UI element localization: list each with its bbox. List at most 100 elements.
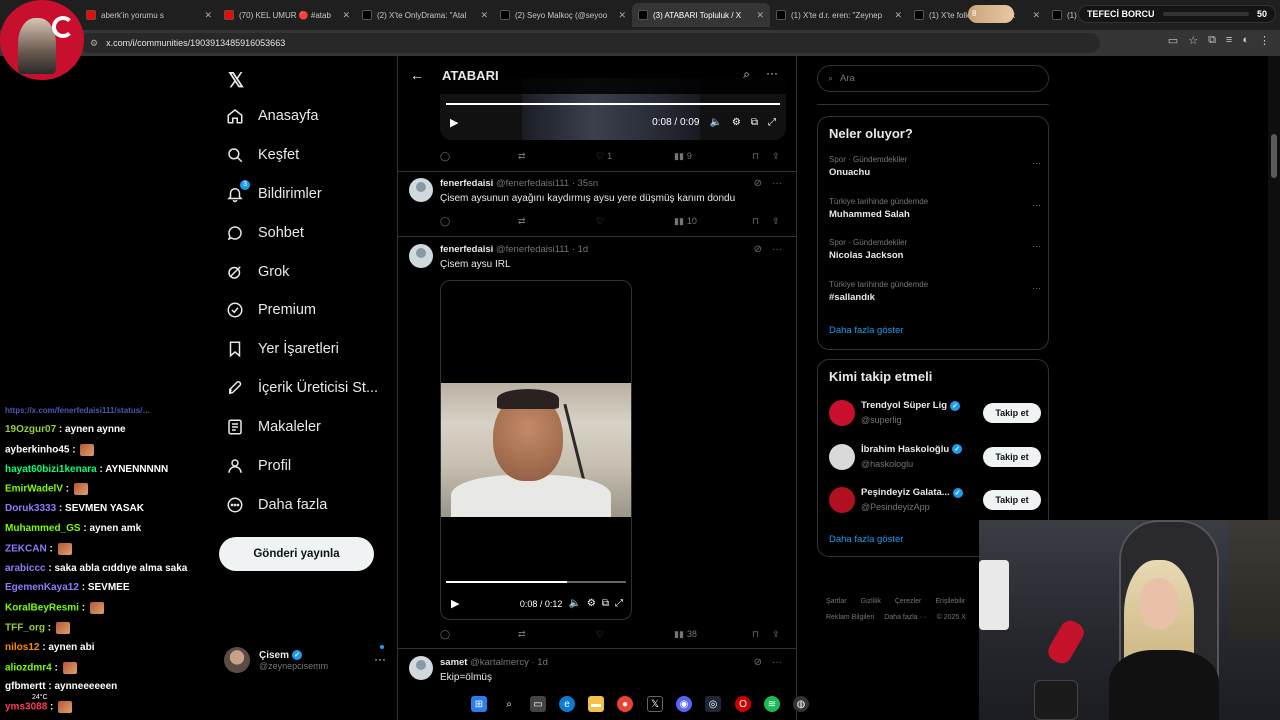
video-player[interactable]: ▶ 0:08 / 0:12 🔈 ⚙ ⧉ ⤢	[440, 280, 632, 620]
footer-link[interactable]: Şartlar	[826, 598, 847, 605]
post-author-name[interactable]: fenerfedaisi	[440, 178, 493, 189]
nav-item-home[interactable]: Anasayfa	[226, 101, 318, 131]
views-button[interactable]: ▮▮ 10	[674, 216, 697, 227]
x-app-icon[interactable]: 𝕏	[647, 696, 663, 712]
grok-icon[interactable]: ⊘	[754, 657, 762, 668]
follow-button[interactable]: Takip et	[983, 490, 1041, 510]
like-button[interactable]: ♡ 1	[596, 151, 612, 162]
browser-tab[interactable]: (70) KEL UMUR 🔴 #atab ✕	[218, 3, 356, 27]
avatar[interactable]	[829, 443, 855, 470]
spotify-icon[interactable]: ≋	[764, 696, 780, 712]
trend-item[interactable]: Türkiye tarihinde gündemde Muhammed Salah…	[829, 197, 1041, 220]
footer-link[interactable]: Daha fazla ···	[884, 614, 926, 621]
repost-icon[interactable]: ⇄	[518, 216, 526, 227]
settings-icon[interactable]: ⚙	[732, 117, 741, 128]
tab-close-icon[interactable]: ✕	[1032, 10, 1040, 21]
search-icon[interactable]: ⌕	[501, 696, 517, 712]
more-options-icon[interactable]: ···	[772, 178, 782, 189]
trend-item[interactable]: Türkiye tarihinde gündemde #sallandık ···	[829, 280, 1041, 303]
avatar[interactable]	[829, 400, 855, 426]
opera-icon[interactable]: O	[735, 696, 751, 712]
browser-tab[interactable]: (3) ATABARI Topluluk / X ✕	[632, 3, 770, 27]
reply-icon[interactable]: ◯	[440, 216, 450, 227]
nav-item-premium[interactable]: Premium	[226, 295, 316, 325]
x-logo-icon[interactable]: 𝕏	[228, 68, 244, 93]
nav-item-chat[interactable]: Sohbet	[226, 218, 304, 248]
show-more-link[interactable]: Daha fazla göster	[829, 534, 903, 545]
video-progress-bar[interactable]	[446, 581, 626, 583]
bookmark-icon[interactable]: ⊓	[752, 151, 759, 162]
grok-icon[interactable]: ⊘	[754, 178, 762, 189]
more-options-icon[interactable]: ···	[374, 652, 386, 666]
nav-item-profile[interactable]: Profil	[226, 451, 291, 481]
nav-item-bookmark[interactable]: Yer İşaretleri	[226, 334, 339, 364]
post-avatar[interactable]	[409, 656, 433, 680]
volume-icon[interactable]: 🔈	[568, 598, 580, 609]
tab-close-icon[interactable]: ✕	[618, 10, 626, 21]
follow-button[interactable]: Takip et	[983, 403, 1041, 423]
play-icon[interactable]: ▶	[451, 597, 459, 610]
reading-list-icon[interactable]: ≡	[1226, 34, 1232, 47]
file-explorer-icon[interactable]: ▬	[588, 696, 604, 712]
views-button[interactable]: ▮▮ 38	[674, 629, 697, 640]
chrome-icon[interactable]: ●	[617, 696, 633, 712]
back-arrow-icon[interactable]: ←	[410, 67, 424, 83]
tab-close-icon[interactable]: ✕	[480, 10, 488, 21]
more-options-icon[interactable]: ···	[1032, 283, 1041, 293]
scrollbar-thumb[interactable]	[1271, 134, 1277, 178]
more-options-icon[interactable]: ···	[1032, 200, 1041, 210]
more-options-icon[interactable]: ···	[1032, 158, 1041, 168]
follow-suggestion[interactable]: Trendyol Süper Lig ✓ @superlig Takip et	[829, 398, 1041, 430]
footer-link[interactable]: Çerezler	[895, 598, 921, 605]
browser-tab[interactable]: (1) X'te d.r. eren: "Zeynep ✕	[770, 3, 908, 27]
post-author-name[interactable]: fenerfedaisi	[440, 244, 493, 255]
reply-icon[interactable]: ◯	[440, 151, 450, 162]
browser-tab[interactable]: aberk'in yorumu s ✕	[80, 3, 218, 27]
search-field[interactable]: ⌕ Ara	[817, 65, 1049, 92]
pip-icon[interactable]: ⧉	[602, 598, 609, 609]
views-button[interactable]: ▮▮ 9	[674, 151, 692, 162]
nav-item-bell[interactable]: 3 Bildirimler	[226, 179, 322, 209]
tab-close-icon[interactable]: ✕	[204, 10, 212, 21]
obs-icon[interactable]: ◍	[793, 696, 809, 712]
follow-suggestion[interactable]: Peşindeyiz Galata... ✓ @PesindeyizApp Takip…	[829, 485, 1041, 517]
post-avatar[interactable]	[409, 178, 433, 202]
settings-icon[interactable]: ⚙	[587, 598, 596, 609]
nav-item-more-circle[interactable]: Daha fazla	[226, 490, 327, 520]
post-time[interactable]: · 35sn	[572, 178, 598, 189]
show-more-link[interactable]: Daha fazla göster	[829, 325, 903, 336]
post-time[interactable]: · 1d	[532, 657, 548, 668]
nav-item-rocket[interactable]: İçerik Üreticisi St...	[226, 373, 378, 403]
post[interactable]: fenerfedaisi @fenerfedaisi111 · 35sn ⊘ ·…	[398, 172, 796, 236]
footer-link[interactable]: Gizlilik	[861, 598, 881, 605]
repost-icon[interactable]: ⇄	[518, 151, 526, 162]
nav-item-grok[interactable]: Grok	[226, 257, 289, 287]
bookmark-icon[interactable]: ⊓	[752, 629, 759, 640]
tab-close-icon[interactable]: ✕	[894, 10, 902, 21]
like-icon[interactable]: ♡	[596, 216, 604, 227]
task-view-icon[interactable]: ▭	[530, 696, 546, 712]
trend-item[interactable]: Spor · Gündemdekiler Onuachu ···	[829, 155, 1041, 178]
follow-button[interactable]: Takip et	[983, 446, 1041, 467]
steam-icon[interactable]: ◎	[705, 696, 721, 712]
weather-widget[interactable]: 24°C	[32, 694, 48, 701]
post-author-name[interactable]: samet	[440, 657, 467, 668]
footer-link[interactable]: © 2025 X	[937, 614, 966, 621]
share-icon[interactable]: ⇪	[772, 151, 780, 162]
trend-item[interactable]: Spor · Gündemdekiler Nicolas Jackson ···	[829, 238, 1041, 261]
browser-menu-icon[interactable]: ⋮	[1259, 34, 1270, 47]
browser-tab[interactable]: (2) Seyo Malkoç (@seyoo ✕	[494, 3, 632, 27]
fullscreen-icon[interactable]: ⤢	[768, 117, 776, 128]
browser-tab[interactable]: (2) X'te OnlyDrama: "Atal ✕	[356, 3, 494, 27]
site-settings-icon[interactable]: ⚙	[90, 38, 98, 49]
extensions-icon[interactable]: ⧉	[1208, 34, 1216, 47]
url-field[interactable]: ⚙ x.com/i/communities/190391348591605366…	[80, 33, 1100, 53]
footer-link[interactable]: Reklam Bilgileri	[826, 614, 874, 621]
nav-item-article[interactable]: Makaleler	[226, 412, 321, 442]
fullscreen-icon[interactable]: ⤢	[615, 598, 623, 609]
cast-icon[interactable]: ▭	[1168, 34, 1178, 47]
more-options-icon[interactable]: ···	[772, 244, 782, 255]
more-options-icon[interactable]: ···	[766, 66, 778, 80]
more-options-icon[interactable]: ···	[1032, 241, 1041, 251]
start-icon[interactable]: ⊞	[471, 696, 487, 712]
